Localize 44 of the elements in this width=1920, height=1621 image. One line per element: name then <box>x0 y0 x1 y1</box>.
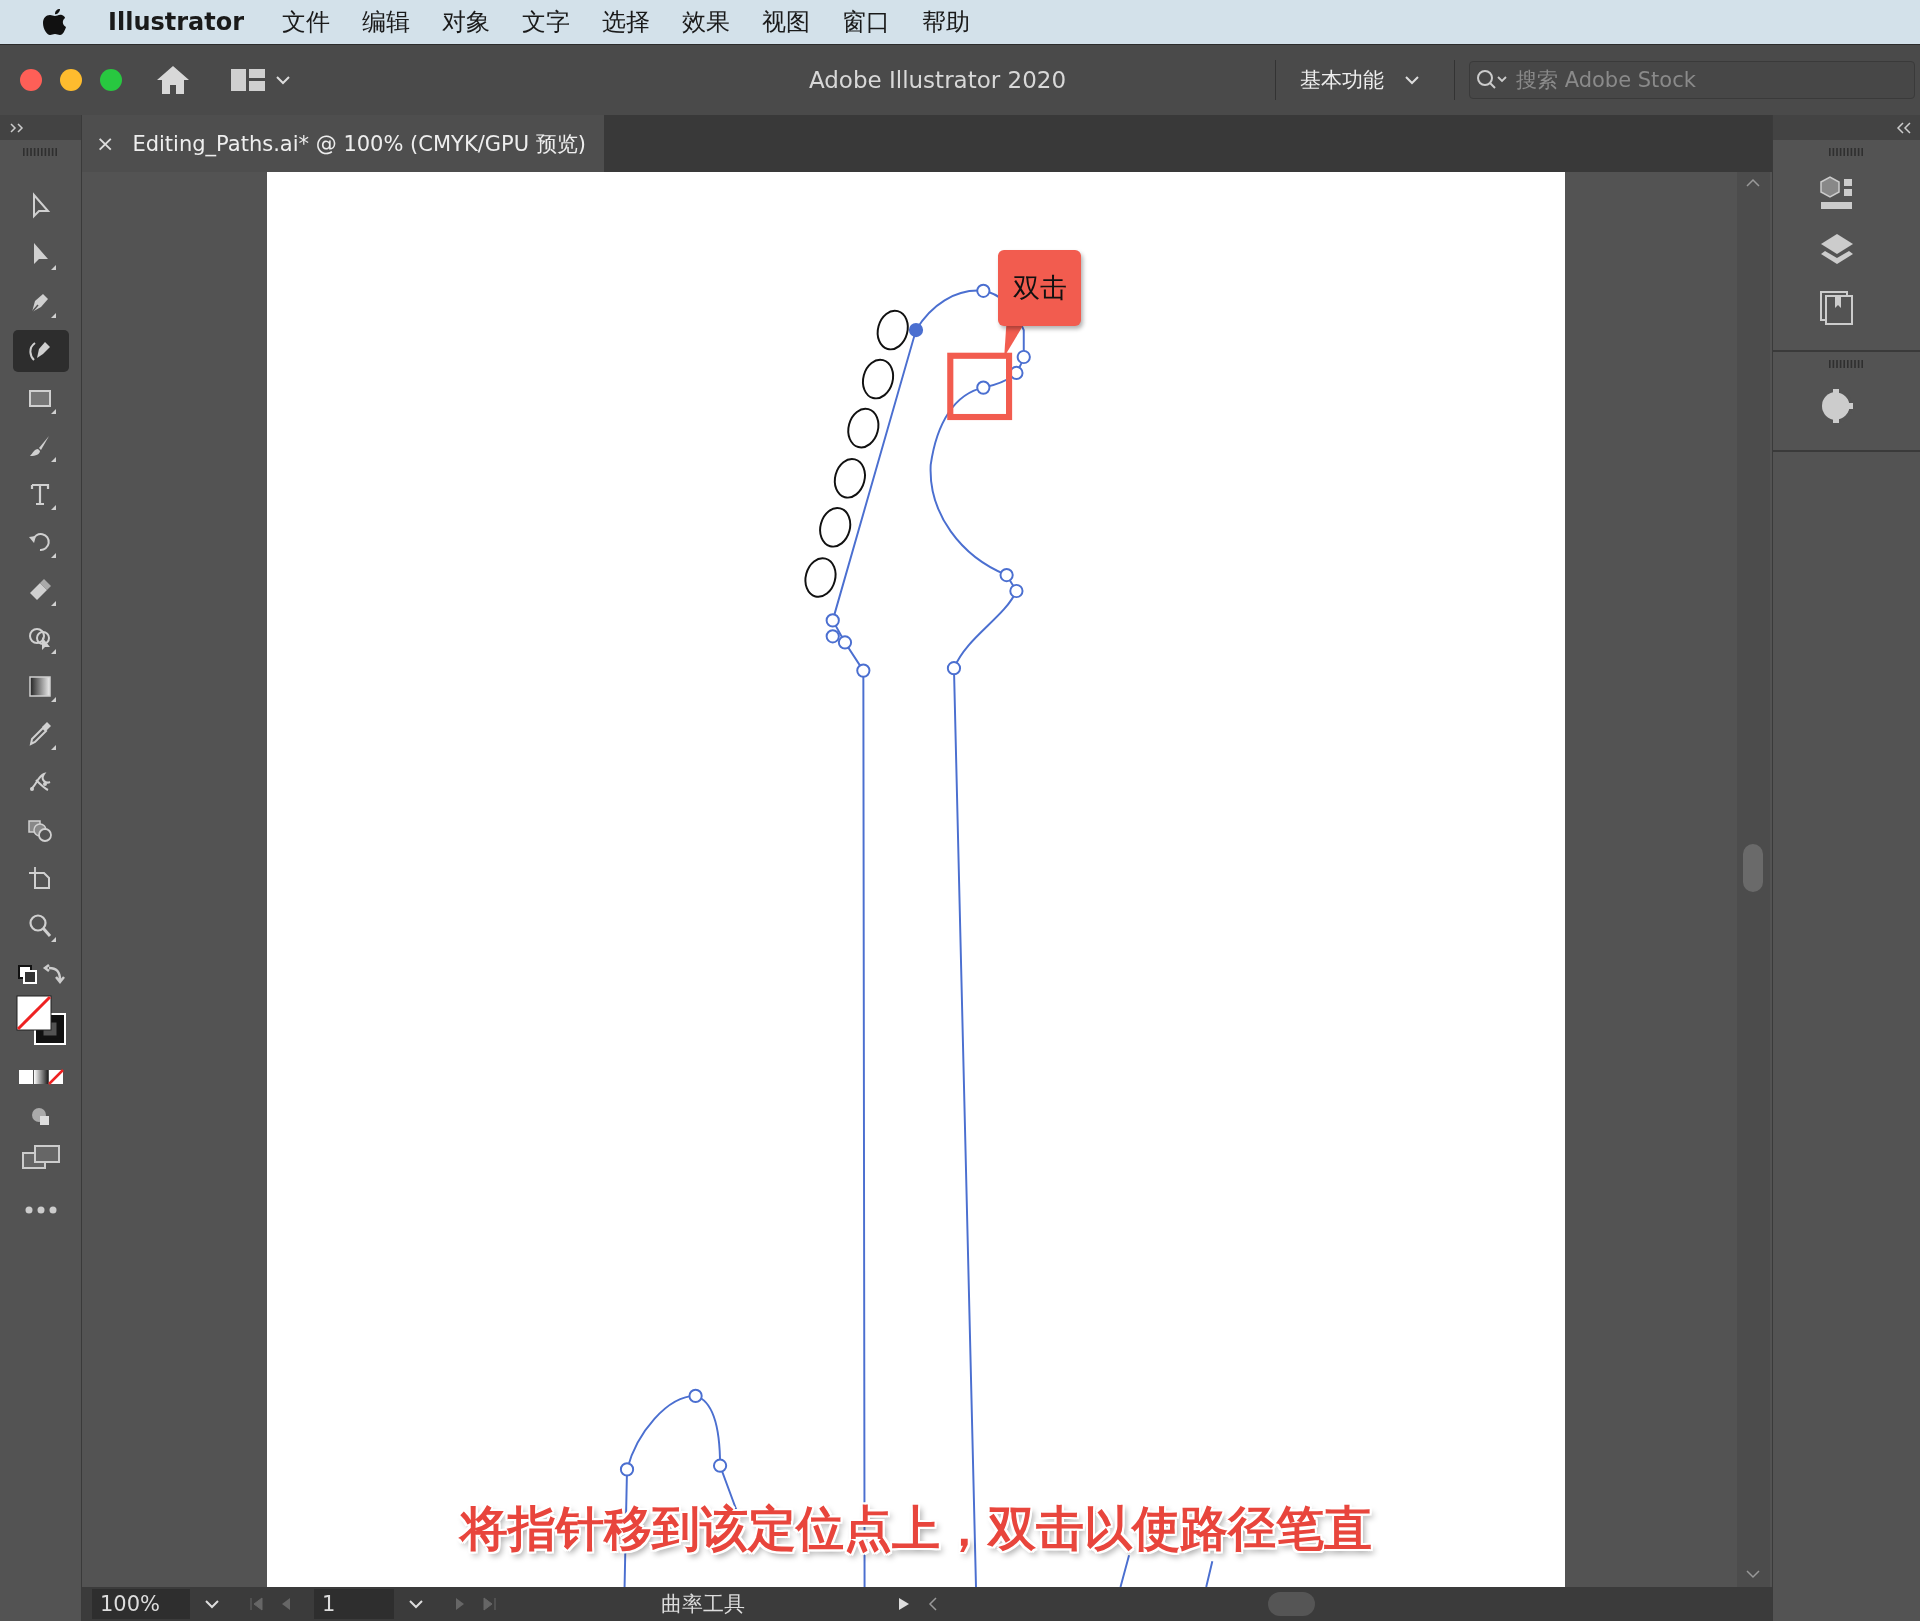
expand-panel-icon[interactable] <box>10 122 24 133</box>
menu-item[interactable]: 窗口 <box>842 6 891 38</box>
menu-item[interactable]: 对象 <box>442 6 491 38</box>
scroll-down-icon[interactable] <box>1745 1569 1761 1579</box>
collapse-panel-icon[interactable] <box>1896 121 1912 134</box>
layout-icon[interactable] <box>231 67 265 93</box>
app-menu[interactable]: Illustrator <box>108 8 245 36</box>
close-tab-button[interactable]: × <box>96 131 115 156</box>
play-icon[interactable] <box>898 1597 910 1611</box>
chevron-down-icon[interactable] <box>408 1599 424 1609</box>
horizontal-scrollbar-thumb[interactable] <box>1268 1592 1315 1616</box>
current-tool-label: 曲率工具 <box>660 1591 746 1618</box>
window-title: Adobe Illustrator 2020 <box>807 67 1068 93</box>
chevron-down-icon[interactable] <box>275 74 291 86</box>
home-icon[interactable] <box>155 64 191 96</box>
chevron-down-icon[interactable] <box>1404 74 1420 86</box>
scroll-up-icon[interactable] <box>1745 178 1761 188</box>
zoom-field[interactable]: 100% <box>92 1589 190 1619</box>
document-title: Editing_Paths.ai* @ 100% (CMYK/GPU 预览) <box>132 130 586 158</box>
highlight-frame <box>947 352 1013 421</box>
menu-item[interactable]: 文件 <box>282 6 331 38</box>
scrollbar-thumb[interactable] <box>1743 844 1763 892</box>
vertical-scrollbar[interactable] <box>1737 172 1770 1587</box>
callout-label: 双击 <box>998 250 1081 326</box>
search-field[interactable]: 搜索 Adobe Stock <box>1469 61 1915 99</box>
artboard-number-field[interactable]: 1 <box>314 1589 394 1619</box>
workspace-switcher[interactable]: 基本功能 <box>1300 66 1384 94</box>
close-button[interactable] <box>20 69 42 91</box>
apple-logo-icon[interactable] <box>42 7 68 37</box>
minimize-button[interactable] <box>60 69 82 91</box>
document-tab[interactable]: × Editing_Paths.ai* @ 100% (CMYK/GPU 预览) <box>82 115 604 172</box>
panel-grip-icon[interactable] <box>22 148 59 156</box>
curvature-tool[interactable] <box>12 330 69 372</box>
panel-grip-icon[interactable] <box>1828 360 1865 368</box>
menu-item[interactable]: 选择 <box>602 6 651 38</box>
zoom-button[interactable] <box>100 69 122 91</box>
menu-item[interactable]: 编辑 <box>362 6 411 38</box>
menu-item[interactable]: 文字 <box>522 6 571 38</box>
menu-item[interactable]: 视图 <box>762 6 811 38</box>
menu-item[interactable]: 效果 <box>682 6 731 38</box>
menu-item[interactable]: 帮助 <box>922 6 971 38</box>
panel-grip-icon[interactable] <box>1828 148 1865 156</box>
chevron-down-icon[interactable] <box>204 1599 220 1609</box>
scroll-left-icon[interactable] <box>928 1597 938 1611</box>
